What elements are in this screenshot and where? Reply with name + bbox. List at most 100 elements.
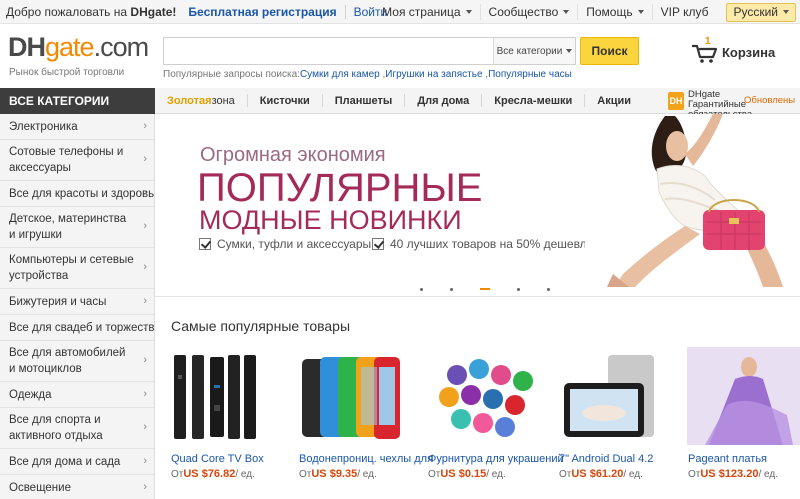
slide-indicator — [420, 284, 550, 294]
product-image-phone-cases — [302, 357, 400, 439]
welcome-text: Добро пожаловать на DHgate! — [6, 4, 177, 19]
product-card[interactable]: Pageant платья ОтUS $123.20/ ед. — [687, 345, 800, 480]
chevron-right-icon: › — [143, 220, 147, 232]
banner-subheadline: МОДНЫЕ НОВИНКИ — [199, 205, 462, 235]
cart-button[interactable]: 1 Корзина — [690, 36, 776, 64]
product-price: ОтUS $123.20/ ед. — [688, 468, 778, 480]
product-image-beads — [439, 359, 533, 437]
dhgate-logo[interactable]: DHgate.com — [8, 32, 149, 63]
guarantee-badge-icon: DH — [668, 92, 684, 110]
cart-icon: 1 — [690, 36, 720, 64]
chevron-right-icon: › — [143, 153, 147, 165]
chevron-down-icon — [783, 10, 789, 14]
product-price: ОтUS $76.82/ ед. — [171, 468, 255, 480]
product-name[interactable]: Pageant платья — [688, 453, 767, 465]
product-image-pageant-dress — [687, 347, 800, 445]
chevron-down-icon — [563, 10, 570, 14]
product-card[interactable]: Quad Core TV Box ОтUS $76.82/ ед. — [170, 345, 295, 480]
product-name[interactable]: Водонепрониц. чехлы для — [299, 453, 433, 465]
updated-label: Обновлены — [744, 95, 796, 106]
nav-item[interactable]: Для дома — [404, 94, 481, 107]
chevron-right-icon: › — [143, 354, 147, 366]
checkbox-icon — [199, 238, 211, 250]
checkbox-icon — [372, 238, 384, 250]
chevron-down-icon — [465, 10, 472, 14]
sidebar-item-computers[interactable]: Компьютеры и сетевые устройства › — [0, 248, 154, 289]
sidebar-item-phones[interactable]: Сотовые телефоны и аксессуары › — [0, 140, 154, 181]
search-box: Все категории — [163, 37, 576, 65]
sidebar-item-home-garden[interactable]: Все для дома и сада › — [0, 449, 154, 475]
sidebar-item-kids[interactable]: Детское, материнства и игрушки › — [0, 207, 154, 248]
community-menu[interactable]: Сообщество — [479, 4, 578, 20]
chevron-right-icon: › — [143, 480, 147, 493]
sidebar-item-lighting[interactable]: Освещение › — [0, 475, 154, 499]
product-name[interactable]: Фурнитура для украшений — [428, 453, 564, 465]
chevron-right-icon: › — [143, 261, 147, 273]
all-categories-button[interactable]: ВСЕ КАТЕГОРИИ — [0, 88, 155, 114]
popular-searches: Популярные запросы поиска:Сумки для каме… — [163, 69, 572, 80]
chevron-right-icon: › — [143, 294, 147, 307]
section-divider — [155, 296, 800, 297]
cart-label: Корзина — [722, 44, 776, 60]
slide-dot[interactable] — [547, 287, 550, 291]
sidebar-item-weddings[interactable]: Все для свадеб и торжеств › — [0, 315, 154, 341]
banner-feature: 40 лучших товаров на 50% дешевле — [372, 237, 593, 251]
product-price: ОтUS $9.35/ ед. — [299, 468, 377, 480]
guarantee-link[interactable]: DH DHgate Гарантийные обязательства Обно… — [668, 90, 800, 120]
sidebar-item-jewelry[interactable]: Бижутерия и часы › — [0, 289, 154, 315]
language-select[interactable]: Русский — [726, 2, 796, 22]
category-select[interactable]: Все категории — [493, 38, 575, 64]
chevron-right-icon: › — [143, 421, 147, 433]
product-image-tablet — [564, 355, 654, 437]
model-photo — [585, 114, 800, 287]
tagline: Рынок быстрой торговли — [9, 67, 125, 78]
top-bar: Добро пожаловать на DHgate! Бесплатная р… — [0, 0, 800, 24]
product-card[interactable]: Фурнитура для украшений ОтUS $0.15/ ед. — [427, 345, 564, 480]
sidebar-item-auto[interactable]: Все для автомобилей и мотоциклов › — [0, 341, 154, 382]
product-name[interactable]: 7" Android Dual 4.2 — [559, 453, 653, 465]
product-price: ОтUS $0.15/ ед. — [428, 468, 506, 480]
promo-banner[interactable]: Огромная экономия ПОПУЛЯРНЫЕ МОДНЫЕ НОВИ… — [155, 114, 800, 287]
banner-feature: Сумки, туфли и аксессуары — [199, 237, 371, 251]
chevron-right-icon: › — [143, 186, 147, 199]
chevron-down-icon — [637, 10, 644, 14]
chevron-right-icon: › — [143, 119, 147, 132]
section-title: Самые популярные товары — [171, 318, 351, 334]
vip-club-link[interactable]: VIP клуб — [651, 4, 717, 20]
my-page-menu[interactable]: Моя страница — [374, 4, 479, 20]
nav-item[interactable]: Планшеты — [321, 94, 405, 107]
product-image-tv-box — [174, 355, 256, 439]
chevron-right-icon: › — [143, 454, 147, 467]
search-button[interactable]: Поиск — [580, 37, 639, 65]
slide-dot-active[interactable] — [480, 288, 490, 290]
search-input[interactable] — [164, 38, 494, 64]
product-name[interactable]: Quad Core TV Box — [171, 453, 264, 465]
sidebar-item-beauty[interactable]: Все для красоты и здоровья › — [0, 181, 154, 207]
product-card[interactable]: 7" Android Dual 4.2 ОтUS $61.20/ ед. — [558, 345, 683, 480]
product-price: ОтUS $61.20/ ед. — [559, 468, 643, 480]
divider — [344, 4, 346, 19]
nav-gold-zone[interactable]: Золотая зона — [155, 94, 247, 107]
nav-item[interactable]: Акции — [584, 94, 643, 107]
nav-item[interactable]: Кресла-мешки — [481, 94, 584, 107]
register-link[interactable]: Бесплатная регистрация — [188, 5, 336, 19]
slide-dot[interactable] — [450, 287, 453, 291]
product-card[interactable]: Водонепрониц. чехлы для ОтUS $9.35/ ед. — [298, 345, 433, 480]
chevron-right-icon: › — [143, 320, 147, 333]
category-sidebar: Электроника › Сотовые телефоны и аксессуа… — [0, 114, 155, 499]
popular-link[interactable]: Игрушки на запястье — [385, 69, 482, 80]
cart-count: 1 — [705, 36, 711, 47]
chevron-down-icon — [566, 49, 573, 53]
slide-dot[interactable] — [420, 287, 423, 291]
sidebar-item-electronics[interactable]: Электроника › — [0, 114, 154, 140]
banner-kicker: Огромная экономия — [200, 144, 386, 166]
nav-item[interactable]: Кисточки — [246, 94, 322, 107]
help-menu[interactable]: Помощь — [577, 4, 651, 20]
sidebar-item-clothing[interactable]: Одежда › — [0, 382, 154, 408]
popular-link[interactable]: Популярные часы — [488, 69, 572, 80]
product-list: Quad Core TV Box ОтUS $76.82/ ед. Водоне… — [170, 345, 800, 499]
slide-dot[interactable] — [517, 287, 520, 291]
popular-link[interactable]: Сумки для камер — [300, 69, 380, 80]
chevron-right-icon: › — [143, 387, 147, 400]
sidebar-item-sports[interactable]: Все для спорта и активного отдыха › — [0, 408, 154, 449]
